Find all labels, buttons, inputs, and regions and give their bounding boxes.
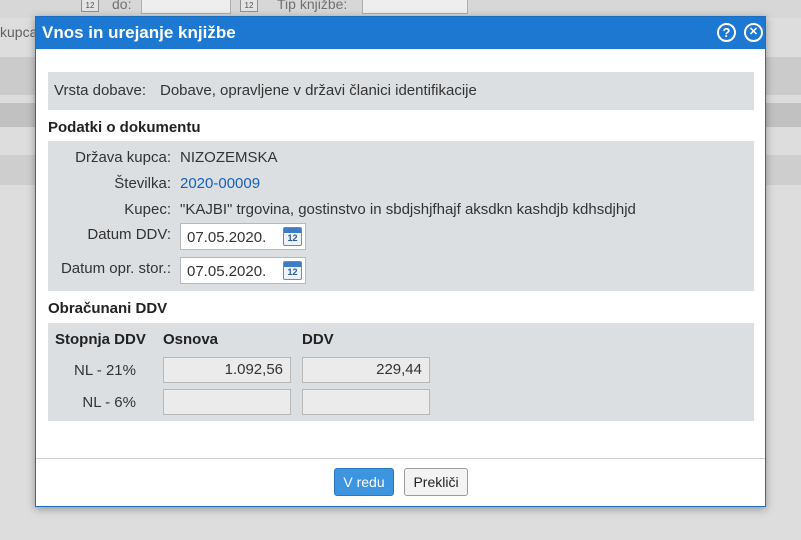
country-value: NIZOZEMSKA (180, 149, 278, 166)
footer-divider (36, 458, 765, 459)
vat-rate-label: NL - 21% (74, 362, 136, 379)
vat-date-input[interactable]: 07.05.2020. 12 (180, 223, 306, 250)
section-title-vat: Obračunani DDV (48, 300, 168, 317)
supply-type-label: Vrsta dobave: (54, 82, 146, 99)
column-header-vat: DDV (302, 331, 334, 348)
vat-amount-input[interactable] (302, 389, 430, 415)
calendar-icon[interactable]: 12 (283, 261, 302, 280)
supply-date-value: 07.05.2020. (187, 263, 267, 280)
supply-date-label: Datum opr. stor.: (60, 260, 171, 277)
vat-panel: Stopnja DDV Osnova DDV NL - 21% 1.092,56… (48, 323, 754, 421)
vat-amount-input[interactable]: 229,44 (302, 357, 430, 383)
country-label: Država kupca: (75, 149, 171, 166)
dialog-titlebar: Vnos in urejanje knjižbe ? ✕ (36, 17, 765, 49)
document-number-link[interactable]: 2020-00009 (180, 175, 260, 192)
column-header-base: Osnova (163, 331, 219, 348)
vat-date-value: 07.05.2020. (187, 229, 267, 246)
section-title-document: Podatki o dokumentu (48, 119, 201, 136)
column-header-rate: Stopnja DDV (55, 331, 146, 348)
document-panel: Država kupca: NIZOZEMSKA Številka: 2020-… (48, 141, 754, 291)
dialog-title: Vnos in urejanje knjižbe (42, 23, 236, 42)
help-icon[interactable]: ? (717, 23, 736, 42)
supply-type-panel: Vrsta dobave: Dobave, opravljene v držav… (48, 72, 754, 110)
entry-dialog: Vnos in urejanje knjižbe ? ✕ Vrsta dobav… (35, 16, 766, 507)
base-amount-input[interactable] (163, 389, 291, 415)
calendar-icon[interactable]: 12 (283, 227, 302, 246)
customer-value: "KAJBI" trgovina, gostinstvo in sbdjshjf… (180, 201, 636, 218)
customer-label: Kupec: (124, 201, 171, 218)
supply-type-value: Dobave, opravljene v državi članici iden… (160, 82, 477, 99)
vat-rate-label: NL - 6% (82, 394, 136, 411)
close-icon[interactable]: ✕ (744, 23, 763, 42)
vat-date-label: Datum DDV: (87, 226, 171, 243)
cancel-button[interactable]: Prekliči (404, 468, 468, 496)
supply-date-input[interactable]: 07.05.2020. 12 (180, 257, 306, 284)
ok-button[interactable]: V redu (334, 468, 394, 496)
number-label: Številka: (114, 175, 171, 192)
base-amount-input[interactable]: 1.092,56 (163, 357, 291, 383)
